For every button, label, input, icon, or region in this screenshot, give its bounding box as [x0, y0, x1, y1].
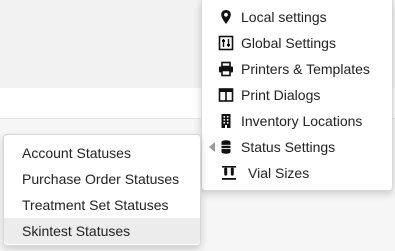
sliders-icon — [218, 35, 234, 51]
submenu-item-account-statuses[interactable]: Account Statuses — [4, 140, 200, 166]
submenu-item-treatment-set-statuses[interactable]: Treatment Set Statuses — [4, 192, 200, 218]
vials-icon — [221, 165, 237, 181]
menu-item-label: Global Settings — [241, 35, 336, 51]
menu-item-label: Vial Sizes — [248, 165, 310, 181]
map-marker-icon — [218, 9, 234, 25]
columns-icon — [218, 87, 234, 103]
menu-item-printers-templates[interactable]: Printers & Templates — [202, 56, 392, 82]
submenu-item-label: Account Statuses — [22, 145, 131, 161]
submenu-item-label: Treatment Set Statuses — [22, 197, 169, 213]
menu-item-label: Status Settings — [241, 139, 336, 155]
menu-item-global-settings[interactable]: Global Settings — [202, 30, 392, 56]
caret-left-icon — [209, 142, 215, 152]
submenu-item-skintest-statuses[interactable]: Skintest Statuses — [4, 218, 200, 244]
menu-item-status-settings[interactable]: Status Settings — [202, 134, 392, 160]
status-settings-submenu: Account Statuses Purchase Order Statuses… — [3, 134, 201, 246]
menu-item-label: Inventory Locations — [241, 113, 363, 129]
menu-item-print-dialogs[interactable]: Print Dialogs — [202, 82, 392, 108]
menu-item-label: Printers & Templates — [241, 61, 370, 77]
settings-dropdown-menu: Local settings Global Settings Printers … — [201, 0, 393, 191]
database-icon — [218, 139, 234, 155]
menu-item-local-settings[interactable]: Local settings — [202, 4, 392, 30]
menu-item-label: Local settings — [241, 9, 327, 25]
submenu-item-purchase-order-statuses[interactable]: Purchase Order Statuses — [4, 166, 200, 192]
menu-item-label: Print Dialogs — [241, 87, 321, 103]
submenu-item-label: Purchase Order Statuses — [22, 171, 180, 187]
menu-item-inventory-locations[interactable]: Inventory Locations — [202, 108, 392, 134]
building-icon — [218, 113, 234, 129]
menu-item-vial-sizes[interactable]: Vial Sizes — [202, 160, 392, 186]
app-viewport: Local settings Global Settings Printers … — [0, 0, 395, 251]
printer-icon — [218, 61, 234, 77]
submenu-item-label: Skintest Statuses — [22, 223, 131, 239]
